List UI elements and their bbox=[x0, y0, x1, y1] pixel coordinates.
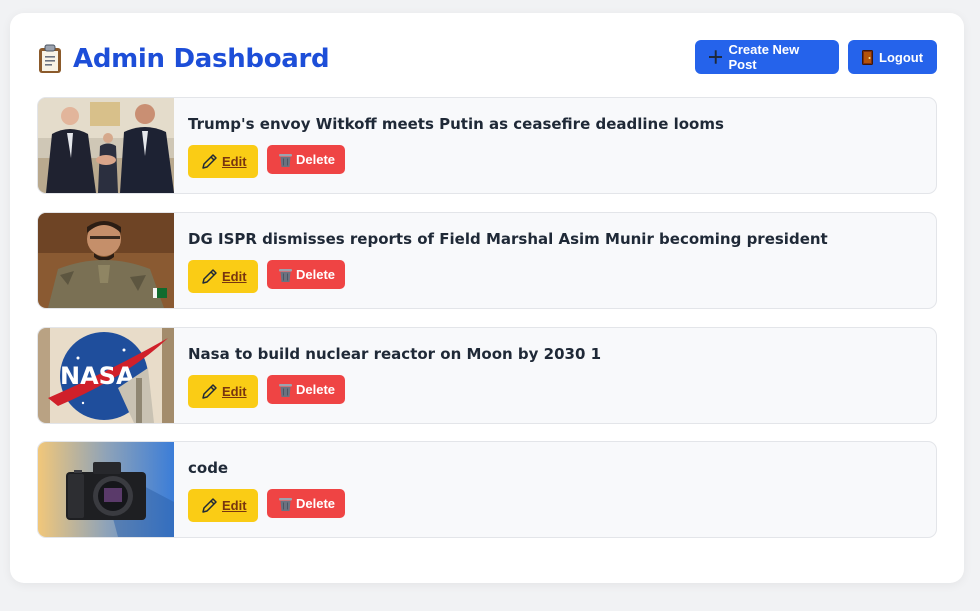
post-thumbnail bbox=[38, 213, 174, 308]
post-item: Trump's envoy Witkoff meets Putin as cea… bbox=[37, 97, 937, 194]
post-thumbnail bbox=[38, 98, 174, 193]
handshake-photo bbox=[38, 98, 174, 193]
pencil-icon bbox=[202, 153, 217, 169]
title-wrap: Admin Dashboard bbox=[37, 44, 330, 74]
post-thumbnail: NASA bbox=[38, 328, 174, 423]
door-icon bbox=[862, 49, 873, 65]
trash-icon bbox=[279, 268, 292, 282]
delete-button[interactable]: Delete bbox=[267, 489, 345, 518]
post-actions: Edit Delete bbox=[188, 375, 345, 408]
trash-icon bbox=[279, 153, 292, 167]
post-actions: Edit Delete bbox=[188, 489, 345, 522]
plus-icon bbox=[709, 50, 723, 64]
clipboard-icon bbox=[39, 44, 61, 73]
delete-label: Delete bbox=[296, 382, 336, 397]
nasa-logo-photo: NASA bbox=[38, 328, 174, 423]
header-actions: Create New Post Logout bbox=[695, 40, 937, 74]
post-title: code bbox=[188, 459, 229, 477]
edit-button[interactable]: Edit bbox=[188, 145, 258, 178]
edit-label: Edit bbox=[222, 384, 247, 399]
edit-button[interactable]: Edit bbox=[188, 375, 258, 408]
page-title: Admin Dashboard bbox=[73, 44, 330, 74]
delete-button[interactable]: Delete bbox=[267, 260, 345, 289]
military-officer-photo bbox=[38, 213, 174, 308]
pencil-icon bbox=[202, 497, 217, 513]
post-actions: Edit Delete bbox=[188, 260, 345, 293]
edit-label: Edit bbox=[222, 154, 247, 169]
pencil-icon bbox=[202, 268, 217, 284]
delete-label: Delete bbox=[296, 496, 336, 511]
edit-button[interactable]: Edit bbox=[188, 489, 258, 522]
delete-button[interactable]: Delete bbox=[267, 145, 345, 174]
delete-label: Delete bbox=[296, 152, 336, 167]
post-title: DG ISPR dismisses reports of Field Marsh… bbox=[188, 230, 828, 248]
post-title: Trump's envoy Witkoff meets Putin as cea… bbox=[188, 115, 724, 133]
dashboard-card: Admin Dashboard Create New Post Logout T… bbox=[10, 13, 964, 583]
create-post-button[interactable]: Create New Post bbox=[695, 40, 839, 74]
delete-button[interactable]: Delete bbox=[267, 375, 345, 404]
post-title: Nasa to build nuclear reactor on Moon by… bbox=[188, 345, 602, 363]
trash-icon bbox=[279, 497, 292, 511]
logout-label: Logout bbox=[879, 49, 924, 65]
post-thumbnail bbox=[38, 442, 174, 537]
delete-label: Delete bbox=[296, 267, 336, 282]
post-item: DG ISPR dismisses reports of Field Marsh… bbox=[37, 212, 937, 309]
camera-photo bbox=[38, 442, 174, 537]
edit-label: Edit bbox=[222, 498, 247, 513]
trash-icon bbox=[279, 383, 292, 397]
logout-button[interactable]: Logout bbox=[848, 40, 937, 74]
create-post-label: Create New Post bbox=[728, 42, 800, 72]
dashboard-header: Admin Dashboard Create New Post Logout bbox=[37, 40, 937, 80]
edit-label: Edit bbox=[222, 269, 247, 284]
pencil-icon bbox=[202, 383, 217, 399]
post-actions: Edit Delete bbox=[188, 145, 345, 178]
post-item: code Edit Delete bbox=[37, 441, 937, 538]
edit-button[interactable]: Edit bbox=[188, 260, 258, 293]
post-item: NASA Nasa to build nuclear reactor on Mo… bbox=[37, 327, 937, 424]
